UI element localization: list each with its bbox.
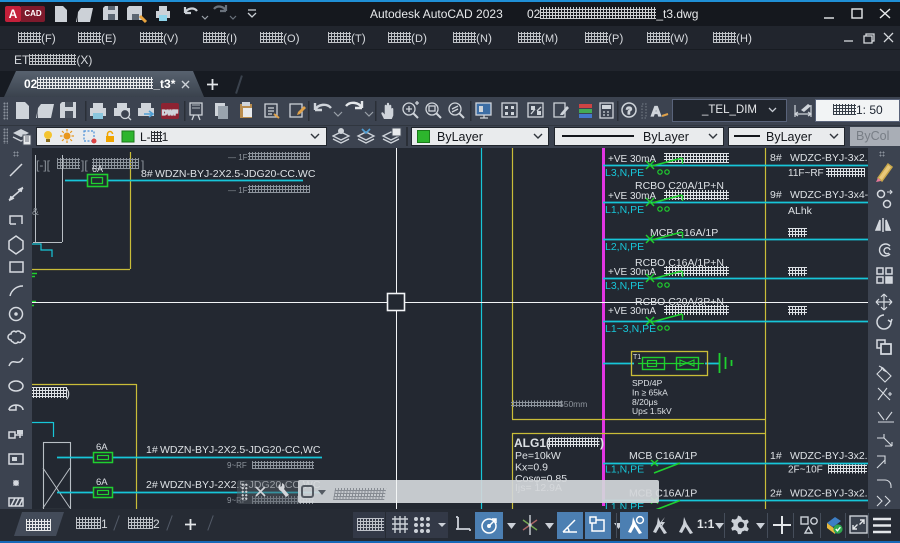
svg-text:2#: 2# (770, 488, 782, 500)
svg-text:WDZN-BYJ-2X2.5-JDG20-CC,WC: WDZN-BYJ-2X2.5-JDG20-CC,WC (160, 444, 321, 456)
svg-text:Kx=0.9: Kx=0.9 (515, 462, 548, 474)
svg-text:SPD/4P: SPD/4P (632, 378, 663, 388)
svg-text:L1,N,PE: L1,N,PE (605, 204, 644, 216)
svg-text:&: & (32, 207, 39, 218)
svg-text:6A: 6A (96, 442, 108, 453)
svg-text:Up≤ 1.5kV: Up≤ 1.5kV (632, 406, 672, 416)
svg-text:Pe=10kW: Pe=10kW (515, 450, 561, 462)
svg-text:1#: 1# (146, 444, 158, 456)
svg-text:2F~10F: 2F~10F (788, 465, 823, 476)
svg-text:MCB C16A/1P: MCB C16A/1P (629, 450, 697, 462)
svg-text:ALG1(: ALG1( (514, 436, 550, 450)
svg-text:— 1F: — 1F (228, 186, 248, 195)
svg-text:8#: 8# (770, 152, 782, 164)
svg-text:8#: 8# (141, 168, 153, 180)
svg-text:): ) (600, 436, 604, 450)
svg-text:9#: 9# (770, 189, 782, 201)
svg-text:11F~RF: 11F~RF (788, 168, 824, 179)
svg-text:L1,N,PE: L1,N,PE (605, 464, 644, 476)
svg-text:L1~3,N,PE: L1~3,N,PE (605, 323, 656, 335)
svg-text:1#: 1# (770, 450, 782, 462)
svg-text:WDZC-BYJ-3x2.: WDZC-BYJ-3x2. (790, 152, 868, 164)
svg-text:ALhk: ALhk (788, 205, 813, 217)
svg-text:][: ][ (81, 158, 88, 172)
svg-text:?: ? (626, 106, 632, 117)
svg-text:In ≥ 65kA: In ≥ 65kA (632, 388, 668, 398)
svg-text:WDZN-BYJ-2X2.5-JDG20-CC.WC: WDZN-BYJ-2X2.5-JDG20-CC.WC (155, 168, 316, 180)
svg-text:L3,N,PE: L3,N,PE (605, 167, 644, 179)
svg-text:+VE 30mA: +VE 30mA (608, 306, 656, 317)
svg-text:9~RF: 9~RF (227, 461, 247, 470)
svg-text:WDZC-BYJ-3x2.: WDZC-BYJ-3x2. (790, 450, 868, 462)
svg-text:— 1F: — 1F (228, 153, 248, 162)
svg-text:WDZC-BYJ-3x4-: WDZC-BYJ-3x4- (790, 189, 868, 201)
svg-text:T1: T1 (633, 354, 641, 361)
svg-text:WDZC-BYJ-3x2.: WDZC-BYJ-3x2. (790, 488, 868, 500)
svg-text:A: A (651, 103, 661, 119)
svg-text:2#: 2# (146, 479, 158, 491)
svg-text:550mm: 550mm (559, 399, 587, 409)
svg-text:L2,N,PE: L2,N,PE (605, 241, 644, 253)
svg-text:): ) (66, 386, 70, 400)
svg-text:[-][: [-][ (36, 158, 51, 172)
svg-text:L3,N,PE: L3,N,PE (605, 280, 644, 292)
svg-text:6A: 6A (96, 477, 108, 488)
svg-text:6A: 6A (92, 164, 103, 174)
svg-text:DWF: DWF (162, 110, 179, 117)
